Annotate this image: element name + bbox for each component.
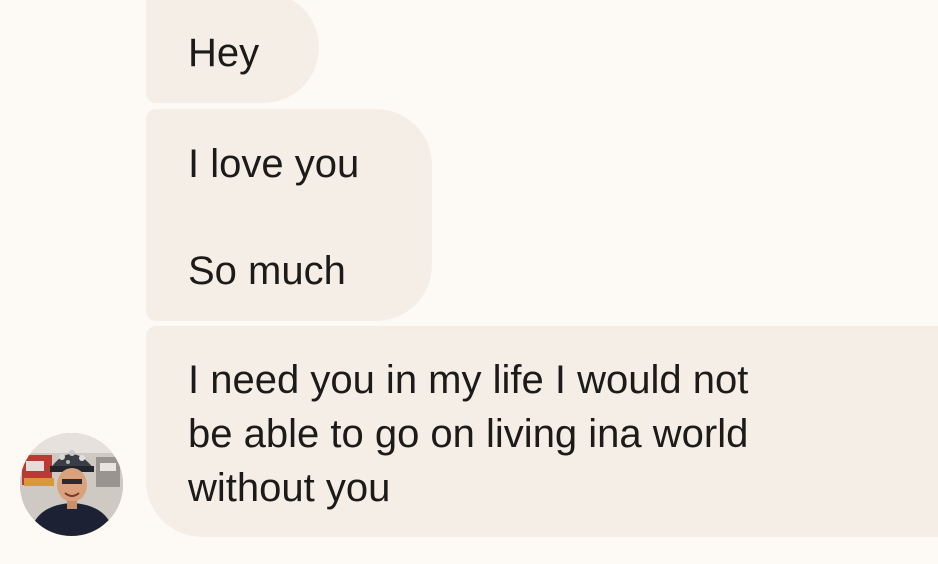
message-text-line: be able to go on living ina world (188, 412, 749, 456)
message-text: Hey (188, 31, 260, 75)
message-text-line: I need you in my life I would not (188, 358, 749, 402)
message-bubble[interactable]: I love you So much (146, 109, 432, 321)
message-bubble[interactable]: Hey (146, 0, 319, 103)
message-thread: Hey I love you So much I need you in my … (0, 0, 938, 564)
message-text: I love you (188, 142, 360, 186)
message-text-line: without you (188, 466, 391, 510)
contact-avatar[interactable] (20, 433, 123, 536)
avatar-photo-icon (20, 433, 123, 536)
message-text: So much (188, 249, 346, 293)
message-bubble[interactable]: I need you in my life I would not be abl… (146, 326, 938, 537)
